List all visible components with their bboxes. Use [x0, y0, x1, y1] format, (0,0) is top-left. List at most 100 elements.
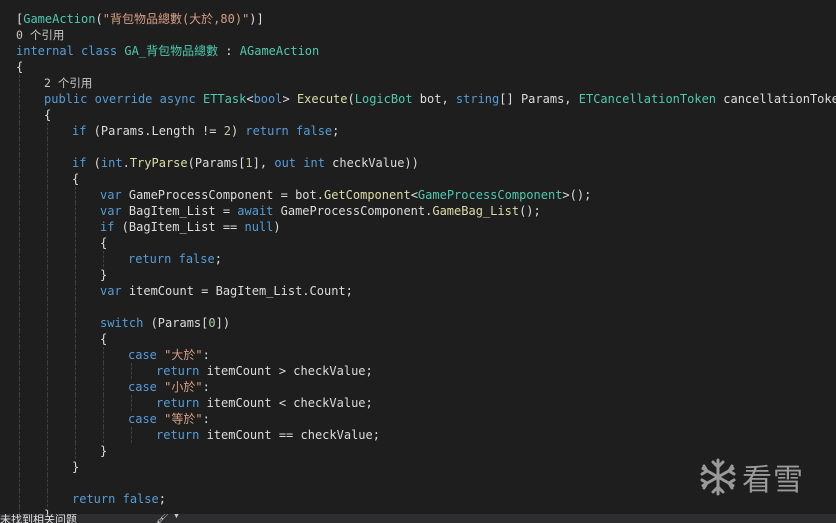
code-line[interactable]: if (int.TryParse(Params[1], out int chec…: [0, 155, 419, 171]
code-line[interactable]: }: [0, 443, 107, 459]
code-token: out: [274, 156, 297, 170]
indent-guide: [75, 283, 76, 299]
code-line[interactable]: case "等於":: [0, 411, 210, 427]
code-line[interactable]: [0, 299, 100, 315]
indent-guide: [19, 395, 20, 411]
code-token: (: [95, 12, 103, 26]
code-line[interactable]: internal class GA_背包物品總數 : AGameAction: [0, 43, 319, 59]
code-token: var: [100, 204, 122, 218]
code-token: override: [94, 92, 153, 106]
code-line[interactable]: return itemCount > checkValue;: [0, 363, 373, 379]
code-line[interactable]: {: [0, 107, 51, 123]
indent-guide: [75, 315, 76, 331]
code-token: <: [410, 188, 418, 202]
code-token: ETTask: [202, 92, 247, 106]
indent-guide: [75, 267, 76, 283]
code-token: Execute: [296, 92, 348, 106]
code-line[interactable]: 0 个引用: [0, 27, 64, 43]
code-line[interactable]: 2 个引用: [0, 75, 92, 91]
code-token: <: [246, 92, 254, 106]
indent-guide: [131, 427, 132, 443]
code-line[interactable]: return itemCount < checkValue;: [0, 395, 373, 411]
code-line[interactable]: return false;: [0, 491, 166, 507]
indent-guide: [47, 299, 48, 315]
code-line[interactable]: return itemCount == checkValue;: [0, 427, 380, 443]
codelens-reference-count[interactable]: 2 个引用: [44, 76, 92, 90]
indent-guide: [103, 379, 104, 395]
code-token: ;: [214, 252, 222, 266]
status-bar: 未找到相关问题 🖌 ▼: [0, 514, 836, 523]
code-token: TryParse: [129, 156, 188, 170]
indent-guide: [47, 347, 48, 363]
code-line[interactable]: public override async ETTask<bool> Execu…: [0, 91, 836, 107]
chevron-down-icon[interactable]: ▼: [173, 514, 180, 520]
watermark-text: 看雪: [742, 463, 804, 498]
indent-guide: [75, 331, 76, 347]
indent-guide: [47, 171, 48, 187]
code-token: :: [202, 348, 210, 362]
code-line[interactable]: }: [0, 459, 79, 475]
code-line[interactable]: var itemCount = BagItem_List.Count;: [0, 283, 353, 299]
issues-status-text[interactable]: 未找到相关问题: [0, 514, 77, 523]
code-line[interactable]: if (BagItem_List == null): [0, 219, 281, 235]
code-line[interactable]: }: [0, 267, 107, 283]
code-token: {: [100, 332, 108, 346]
indent-guide: [19, 235, 20, 251]
code-line[interactable]: [GameAction("背包物品總數(大於,80)")]: [0, 11, 264, 27]
code-line[interactable]: return false;: [0, 251, 222, 267]
indent-guide: [19, 123, 20, 139]
indent-guide: [75, 203, 76, 219]
code-token: (Params[: [143, 316, 209, 330]
code-token: bot,: [412, 92, 456, 106]
code-token: class: [81, 44, 118, 58]
indent-guide: [19, 475, 20, 491]
code-token: false: [296, 124, 333, 138]
indent-guide: [19, 347, 20, 363]
indent-guide: [103, 395, 104, 411]
code-line[interactable]: if (Params.Length != 2) return false;: [0, 123, 339, 139]
code-line[interactable]: [0, 139, 72, 155]
code-line[interactable]: var BagItem_List = await GameProcessComp…: [0, 203, 541, 219]
code-token: false: [122, 492, 159, 506]
indent-guide: [131, 395, 132, 411]
code-token: >();: [562, 188, 592, 202]
indent-guide: [19, 491, 20, 507]
code-line[interactable]: case "大於":: [0, 347, 210, 363]
indent-guide: [47, 139, 48, 155]
code-line[interactable]: switch (Params[0]): [0, 315, 230, 331]
indent-guide: [19, 459, 20, 475]
code-token: ETCancellationToken: [578, 92, 717, 106]
code-token: }: [100, 444, 108, 458]
code-token: :: [202, 380, 210, 394]
indent-guide: [75, 251, 76, 267]
code-line[interactable]: var GameProcessComponent = bot.GetCompon…: [0, 187, 591, 203]
code-token: int: [303, 156, 325, 170]
code-line[interactable]: case "小於":: [0, 379, 210, 395]
code-token: ): [273, 220, 281, 234]
code-token: GameProcessComponent: [417, 188, 563, 202]
indent-guide: [19, 379, 20, 395]
code-editor[interactable]: [GameAction("背包物品總數(大於,80)")] 0 个引用 intern…: [0, 0, 836, 523]
brush-icon[interactable]: 🖌: [156, 514, 170, 523]
indent-guide: [47, 331, 48, 347]
code-line[interactable]: {: [0, 59, 23, 75]
code-token: var: [100, 284, 122, 298]
code-token: if: [72, 156, 87, 170]
code-line[interactable]: {: [0, 331, 107, 347]
code-token: switch: [100, 316, 144, 330]
codelens-reference-count[interactable]: 0 个引用: [16, 28, 64, 42]
code-token: "大於": [164, 348, 203, 362]
code-line[interactable]: [0, 475, 72, 491]
code-line[interactable]: {: [0, 171, 79, 187]
code-token: BagItem_List =: [121, 204, 238, 218]
code-line[interactable]: {: [0, 235, 107, 251]
code-token: ;: [332, 124, 340, 138]
indent-guide: [47, 491, 48, 507]
code-token: itemCount = BagItem_List.Count;: [121, 284, 353, 298]
indent-guide: [19, 427, 20, 443]
